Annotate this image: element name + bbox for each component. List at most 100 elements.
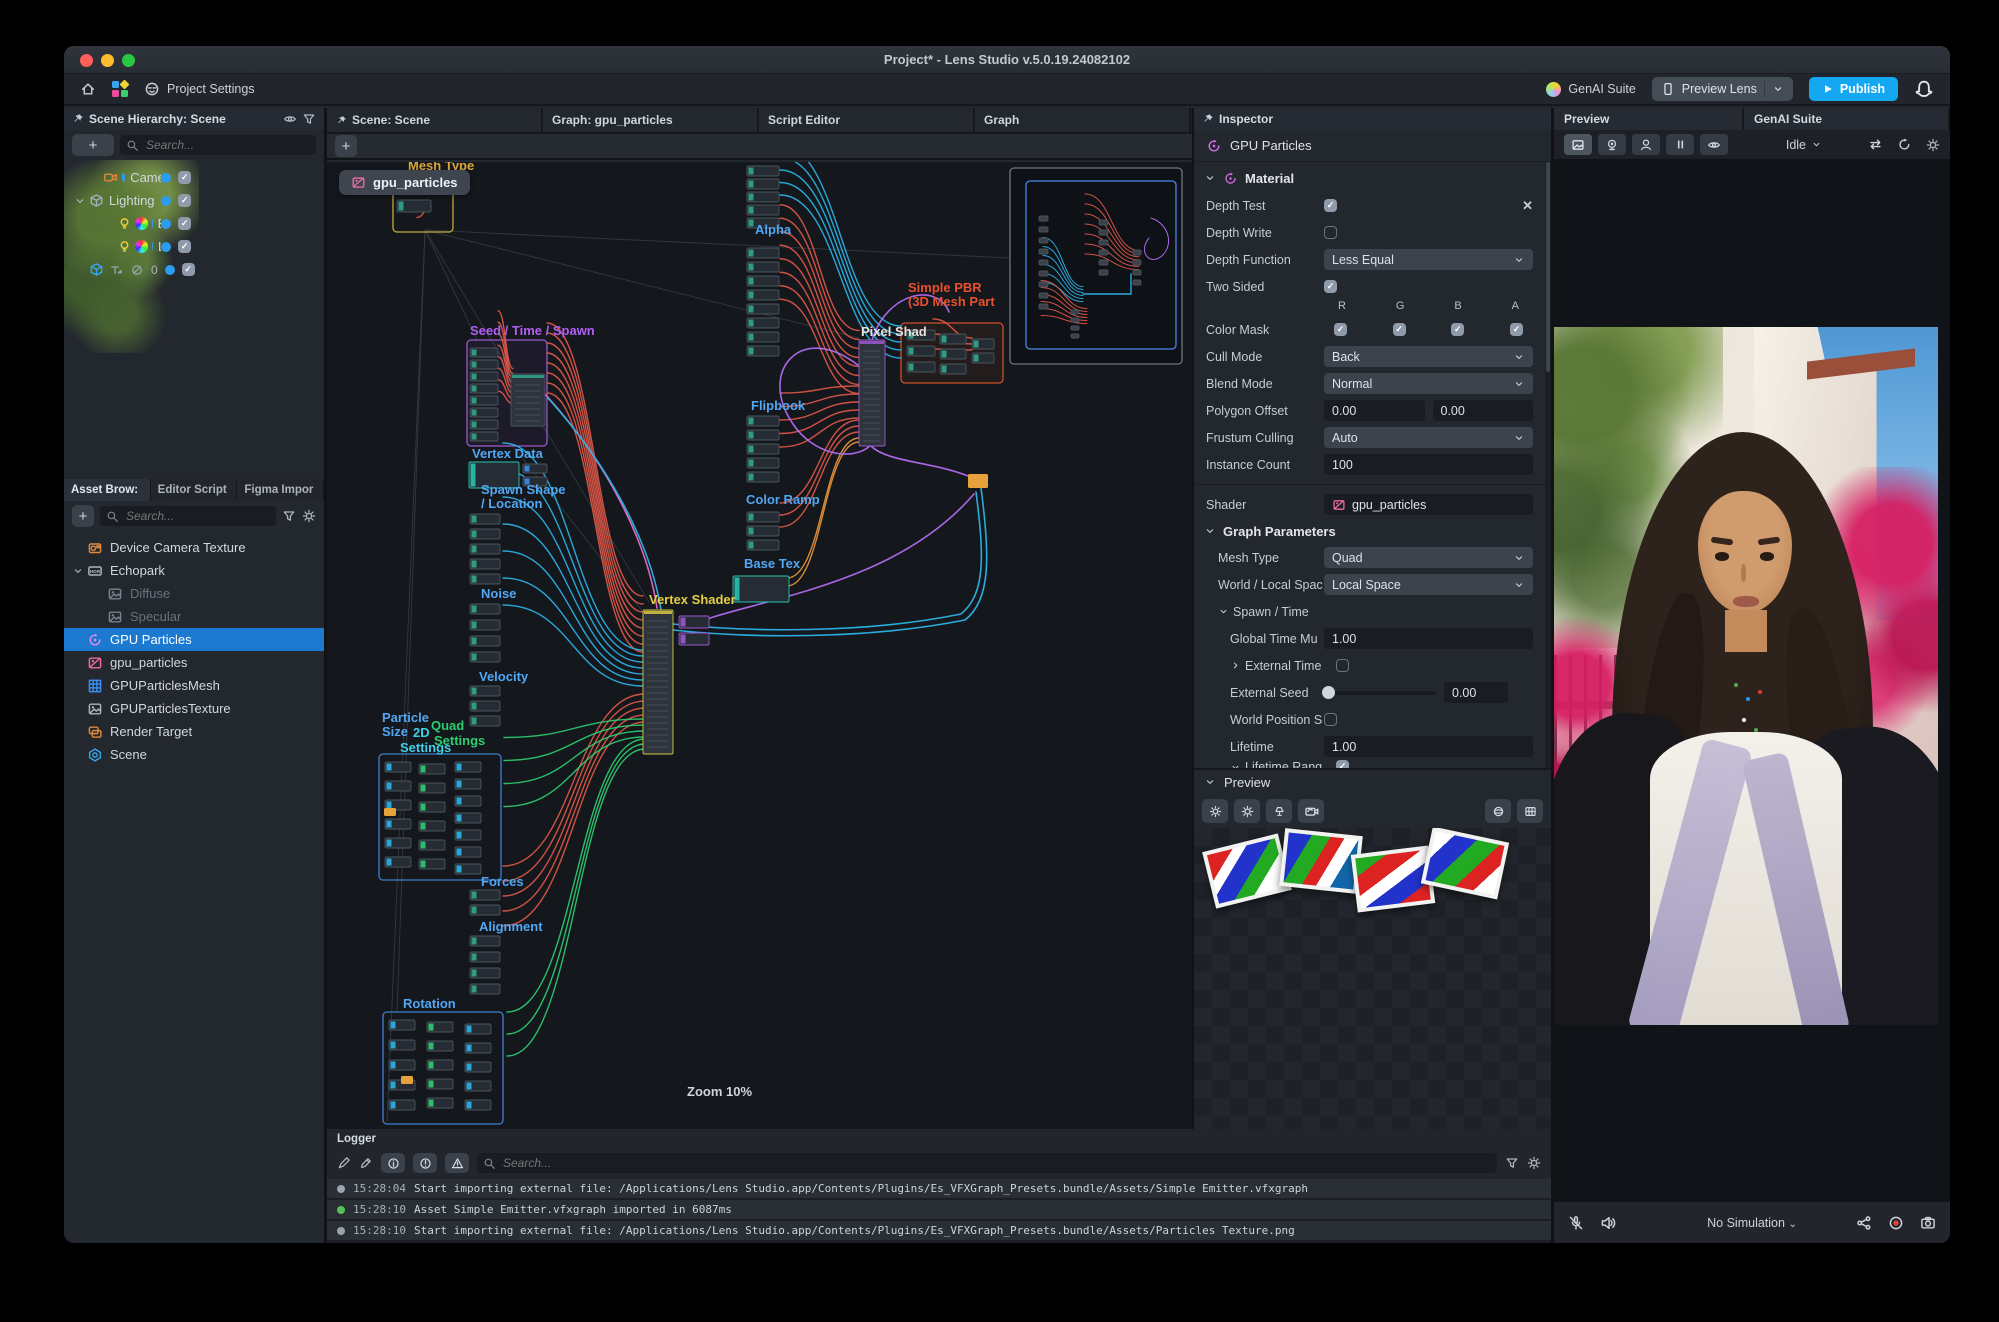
grid-toggle-button[interactable]: [1517, 799, 1543, 823]
swap-camera-icon[interactable]: [1868, 137, 1883, 152]
hierarchy-item-camera-object[interactable]: Camera Object✓: [64, 166, 199, 189]
graph-node[interactable]: [1039, 249, 1048, 254]
hierarchy-item-envmap[interactable]: Envmap✓: [64, 212, 199, 235]
graph-node[interactable]: [1039, 293, 1048, 298]
eye-toggle-button[interactable]: [1700, 134, 1728, 155]
graph-node[interactable]: [511, 374, 545, 426]
speaker-icon[interactable]: [1600, 1215, 1616, 1231]
graph-node[interactable]: [1039, 238, 1048, 243]
graph-node[interactable]: [1133, 280, 1141, 285]
checkbox[interactable]: ✓: [1324, 199, 1337, 212]
value-input[interactable]: 0.00: [1324, 400, 1425, 421]
logger-search-input[interactable]: [477, 1153, 1497, 1173]
record-icon[interactable]: [1888, 1215, 1904, 1231]
node-graph-canvas[interactable]: Mesh TypeSeed / Time / SpawnVertex DataS…: [327, 162, 1192, 1129]
visibility-eye-icon[interactable]: [283, 112, 297, 126]
asset-search-input[interactable]: [100, 506, 276, 526]
enabled-dot[interactable]: [161, 196, 171, 206]
asset-item-gpu-particles[interactable]: gpu_particles: [64, 651, 324, 674]
graph-node[interactable]: [1099, 260, 1108, 265]
graph-node[interactable]: [1133, 270, 1141, 275]
image-mode-button[interactable]: [1564, 134, 1592, 155]
publish-button[interactable]: Publish: [1809, 77, 1898, 101]
visibility-checkbox[interactable]: ✓: [178, 194, 191, 207]
dropdown[interactable]: Local Space: [1324, 574, 1533, 595]
slider[interactable]: [1324, 691, 1436, 695]
minimize-window-button[interactable]: [101, 54, 114, 67]
restart-icon[interactable]: [1897, 137, 1912, 152]
apps-grid-icon[interactable]: [112, 81, 128, 97]
graph-node[interactable]: [1099, 230, 1108, 235]
graph-node[interactable]: [1099, 270, 1108, 275]
microphone-muted-icon[interactable]: [1568, 1215, 1584, 1231]
dropdown[interactable]: Normal: [1324, 373, 1533, 394]
graph-node[interactable]: [1071, 334, 1079, 338]
inspector-scrollbar[interactable]: [1545, 162, 1551, 768]
hierarchy-item-lighting[interactable]: Lighting✓: [64, 189, 199, 212]
camera-preview-viewport[interactable]: [1554, 160, 1950, 1201]
asset-item-scene[interactable]: Scene: [64, 743, 324, 766]
error-filter-toggle[interactable]: [413, 1153, 437, 1173]
checkbox[interactable]: [1324, 226, 1337, 239]
asset-item-specular[interactable]: Specular: [64, 605, 324, 628]
graph-node[interactable]: [1039, 227, 1048, 232]
asset-item-render-target[interactable]: Render Target: [64, 720, 324, 743]
maximize-window-button[interactable]: [122, 54, 135, 67]
mesh-preview-button[interactable]: [1485, 799, 1511, 823]
clear-button[interactable]: ✕: [1522, 198, 1533, 214]
clear-on-run-icon[interactable]: [359, 1156, 373, 1170]
checkbox[interactable]: ✓: [1451, 323, 1464, 336]
shader-reference[interactable]: gpu_particles: [1324, 494, 1533, 515]
value-input[interactable]: 1.00: [1324, 628, 1533, 649]
pin-icon[interactable]: [1202, 113, 1214, 125]
asset-item-diffuse[interactable]: Diffuse: [64, 582, 324, 605]
value-input[interactable]: 100: [1324, 454, 1533, 475]
graph-node[interactable]: [1071, 310, 1079, 314]
checkbox[interactable]: ✓: [1393, 323, 1406, 336]
person-mode-button[interactable]: [1632, 134, 1660, 155]
filter-funnel-icon[interactable]: [1505, 1156, 1519, 1170]
view-mode-button[interactable]: [1298, 799, 1324, 823]
dropdown[interactable]: Back: [1324, 346, 1533, 367]
tab-preview[interactable]: Preview: [1554, 108, 1744, 130]
log-row[interactable]: 15:28:10Asset Simple Emitter.vfxgraph im…: [327, 1200, 1551, 1219]
genai-suite-button[interactable]: GenAI Suite: [1546, 82, 1635, 97]
tab-graph[interactable]: Graph: [975, 108, 1191, 132]
light-toggle-button[interactable]: [1266, 799, 1292, 823]
tab-script-editor[interactable]: Script Editor: [759, 108, 975, 132]
log-row[interactable]: 15:28:10Start importing external file: /…: [327, 1221, 1551, 1240]
graph-node[interactable]: [733, 576, 789, 602]
visibility-checkbox[interactable]: ✓: [178, 217, 191, 230]
hierarchy-search-input[interactable]: [120, 135, 316, 155]
share-icon[interactable]: [1856, 1215, 1872, 1231]
checkbox[interactable]: ✓: [1324, 280, 1337, 293]
graph-node[interactable]: [968, 474, 988, 488]
preview-lens-button[interactable]: Preview Lens: [1652, 77, 1793, 101]
graph-node[interactable]: [1099, 240, 1108, 245]
environment-light-button[interactable]: [1202, 799, 1228, 823]
graph-node[interactable]: [1133, 250, 1141, 255]
chevron-down-icon[interactable]: [1204, 776, 1216, 788]
tab-scene-scene[interactable]: Scene: Scene: [327, 108, 543, 132]
asset-tab-editor-script[interactable]: Editor Script: [151, 479, 238, 501]
asset-item-gpuparticlestexture[interactable]: GPUParticlesTexture: [64, 697, 324, 720]
hierarchy-item-light[interactable]: Light✓: [64, 235, 199, 258]
graph-node[interactable]: [1099, 220, 1108, 225]
gear-icon[interactable]: [1926, 138, 1940, 152]
dropdown[interactable]: Auto: [1324, 427, 1533, 448]
dropdown[interactable]: Quad: [1324, 547, 1533, 568]
graph-node[interactable]: [384, 808, 396, 816]
value-input[interactable]: 0.00: [1444, 682, 1508, 703]
graph-node[interactable]: [1133, 260, 1141, 265]
asset-tab-figma-impor[interactable]: Figma Impor: [237, 479, 324, 501]
filter-funnel-icon[interactable]: [302, 112, 316, 126]
graph-node[interactable]: [1071, 318, 1079, 322]
visibility-checkbox[interactable]: ✓: [182, 263, 195, 276]
project-settings-button[interactable]: Project Settings: [144, 81, 255, 97]
clear-log-icon[interactable]: [337, 1156, 351, 1170]
info-filter-toggle[interactable]: [381, 1153, 405, 1173]
graph-parameters-header[interactable]: Graph Parameters: [1194, 518, 1545, 544]
enabled-dot[interactable]: [161, 173, 171, 183]
graph-node[interactable]: [1039, 304, 1048, 309]
warning-filter-toggle[interactable]: [445, 1153, 469, 1173]
